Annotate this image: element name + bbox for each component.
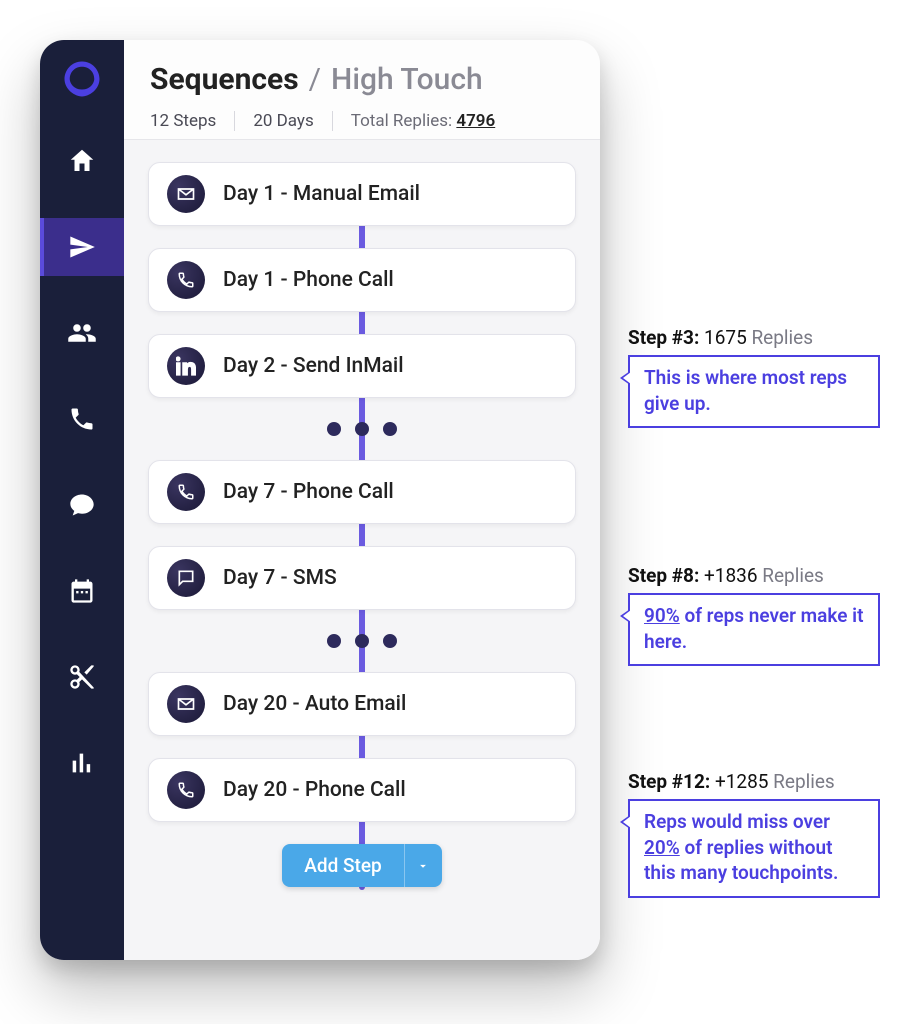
callout-body: Reps would miss over 20% of replies with… xyxy=(628,799,880,898)
callout-header: Step #8: +1836 Replies xyxy=(628,564,880,587)
sidebar-item-scissors[interactable] xyxy=(40,648,124,706)
sidebar xyxy=(40,40,124,960)
chevron-down-icon[interactable] xyxy=(404,844,442,887)
phone-icon xyxy=(167,473,205,511)
mail-icon xyxy=(167,685,205,723)
sidebar-item-chat[interactable] xyxy=(40,476,124,534)
add-step-label: Add Step xyxy=(282,844,403,887)
linkedin-icon xyxy=(167,347,205,385)
step-card[interactable]: Day 20 - Auto Email xyxy=(148,672,576,736)
app-window: Sequences / High Touch 12 Steps 20 Days … xyxy=(40,40,600,960)
meta-days: 20 Days xyxy=(235,111,332,131)
step-label: Day 20 - Auto Email xyxy=(223,692,406,716)
step-card[interactable]: Day 2 - Send InMail xyxy=(148,334,576,398)
breadcrumb-root[interactable]: Sequences xyxy=(150,62,299,97)
step-card[interactable]: Day 20 - Phone Call xyxy=(148,758,576,822)
step-card[interactable]: Day 1 - Phone Call xyxy=(148,248,576,312)
sidebar-item-home[interactable] xyxy=(40,132,124,190)
step-card[interactable]: Day 7 - SMS xyxy=(148,546,576,610)
ellipsis-indicator xyxy=(148,634,576,648)
callout-header: Step #12: +1285 Replies xyxy=(628,770,880,793)
logo-icon xyxy=(61,58,103,100)
step-label: Day 1 - Manual Email xyxy=(223,182,420,206)
sidebar-item-people[interactable] xyxy=(40,304,124,362)
step-label: Day 2 - Send InMail xyxy=(223,354,404,378)
meta-replies-value[interactable]: 4796 xyxy=(456,111,495,131)
step-card[interactable]: Day 7 - Phone Call xyxy=(148,460,576,524)
callout-step-12: Step #12: +1285 Replies Reps would miss … xyxy=(628,770,880,898)
sidebar-item-calendar[interactable] xyxy=(40,562,124,620)
callout-step-3: Step #3: 1675 Replies This is where most… xyxy=(628,326,880,428)
callout-body: This is where most reps give up. xyxy=(628,355,880,428)
step-label: Day 1 - Phone Call xyxy=(223,268,394,292)
sidebar-item-analytics[interactable] xyxy=(40,734,124,792)
breadcrumb-separator: / xyxy=(309,62,321,97)
callout-header: Step #3: 1675 Replies xyxy=(628,326,880,349)
sms-icon xyxy=(167,559,205,597)
sidebar-item-send[interactable] xyxy=(40,218,124,276)
step-card[interactable]: Day 1 - Manual Email xyxy=(148,162,576,226)
mail-icon xyxy=(167,175,205,213)
phone-icon xyxy=(167,771,205,809)
step-label: Day 7 - SMS xyxy=(223,566,337,590)
phone-icon xyxy=(167,261,205,299)
meta-replies: Total Replies: 4796 xyxy=(333,111,513,131)
header: Sequences / High Touch 12 Steps 20 Days … xyxy=(124,40,600,140)
sequence-meta: 12 Steps 20 Days Total Replies: 4796 xyxy=(150,111,574,131)
main-panel: Sequences / High Touch 12 Steps 20 Days … xyxy=(124,40,600,960)
add-step-button[interactable]: Add Step xyxy=(282,844,441,887)
breadcrumb-current: High Touch xyxy=(331,62,483,97)
callout-body: 90% of reps never make it here. xyxy=(628,593,880,666)
sidebar-item-phone[interactable] xyxy=(40,390,124,448)
meta-steps: 12 Steps xyxy=(150,111,235,131)
ellipsis-indicator xyxy=(148,422,576,436)
callout-step-8: Step #8: +1836 Replies 90% of reps never… xyxy=(628,564,880,666)
step-label: Day 7 - Phone Call xyxy=(223,480,394,504)
breadcrumb: Sequences / High Touch xyxy=(150,62,574,97)
meta-replies-label: Total Replies: xyxy=(351,111,452,131)
step-label: Day 20 - Phone Call xyxy=(223,778,406,802)
steps-container: Day 1 - Manual Email Day 1 - Phone Call … xyxy=(124,140,600,960)
